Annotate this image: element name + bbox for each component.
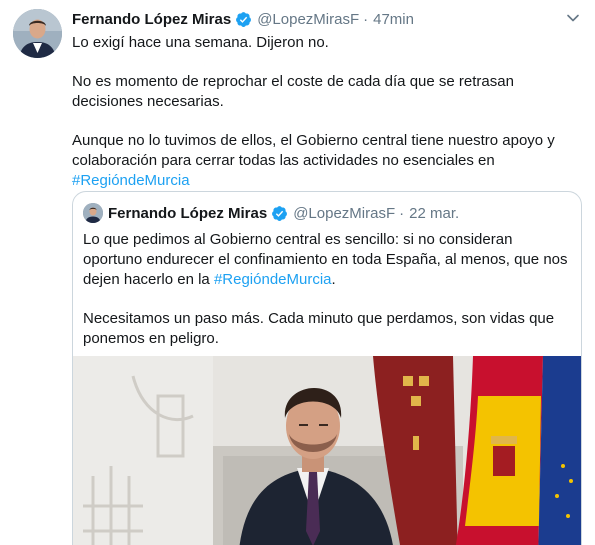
video-thumbnail[interactable] [73, 356, 581, 545]
quoted-paragraph-end: . [331, 271, 336, 288]
tweet-paragraph: Lo exigí hace una semana. Dijeron no. [72, 34, 329, 51]
tweet-paragraph: Aunque no lo tuvimos de ellos, el Gobier… [72, 131, 572, 191]
quoted-tweet-timestamp: 22 mar. [409, 204, 460, 222]
author-name[interactable]: Fernando López Miras [72, 11, 231, 28]
quoted-author-name: Fernando López Miras [108, 204, 268, 222]
tweet: Fernando López Miras @LopezMirasF · 47mi… [0, 0, 595, 545]
tweet-text: Lo exigí hace una semana. Dijeron no. No… [72, 33, 572, 210]
hashtag-link[interactable]: #RegióndeMurcia [214, 271, 332, 288]
separator-dot: · [399, 204, 405, 222]
quoted-author-handle: @LopezMirasF [293, 204, 396, 222]
quoted-tweet-paragraph: Lo que pedimos al Gobierno central es se… [83, 230, 575, 290]
quoted-tweet-paragraph: Necesitamos un paso más. Cada minuto que… [83, 310, 555, 347]
tweet-timestamp[interactable]: 47min [373, 11, 414, 28]
press-conference-image [73, 356, 581, 545]
chevron-down-icon[interactable] [565, 10, 581, 26]
tweet-paragraph: No es momento de reprochar el coste de c… [72, 73, 514, 110]
tweet-paragraph-text: Aunque no lo tuvimos de ellos, el Gobier… [72, 132, 555, 169]
tweet-header: Fernando López Miras @LopezMirasF · 47mi… [72, 9, 414, 29]
quoted-tweet[interactable]: Fernando López Miras @LopezMirasF · 22 m… [72, 191, 582, 545]
quoted-tweet-text: Lo que pedimos al Gobierno central es se… [83, 230, 575, 368]
author-avatar[interactable] [13, 9, 62, 58]
separator-dot: · [363, 10, 369, 28]
verified-badge-icon [271, 205, 288, 222]
quoted-tweet-header: Fernando López Miras @LopezMirasF · 22 m… [83, 203, 459, 223]
verified-badge-icon [235, 11, 252, 28]
hashtag-link[interactable]: #RegióndeMurcia [72, 172, 190, 189]
quoted-author-avatar [83, 203, 103, 223]
avatar-image [13, 9, 62, 58]
author-handle[interactable]: @LopezMirasF [257, 11, 359, 28]
